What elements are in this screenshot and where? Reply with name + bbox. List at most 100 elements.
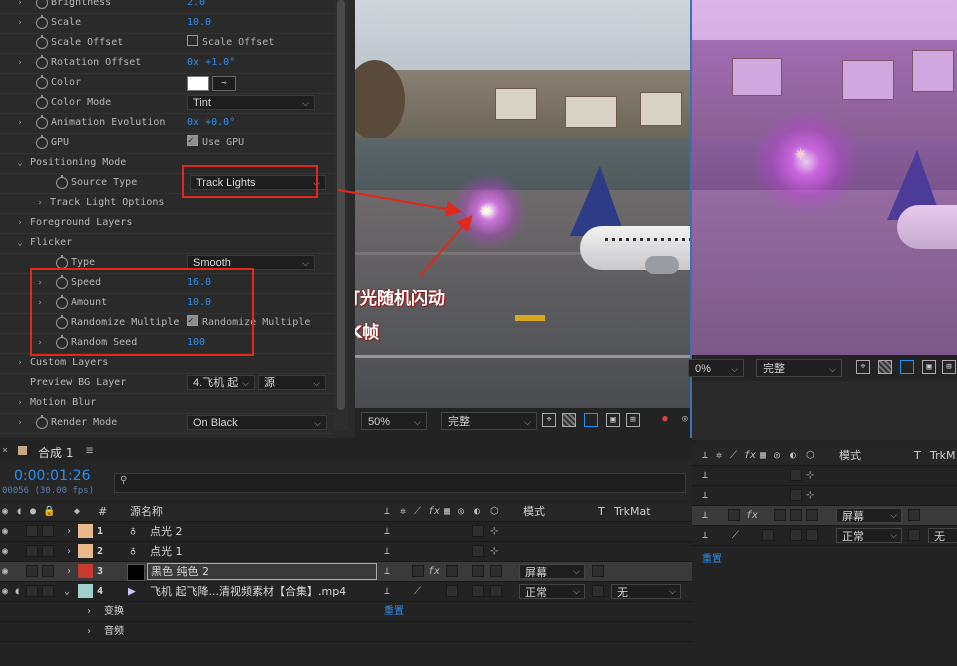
eye-icon[interactable]: ◉	[2, 502, 8, 521]
adjustment-layer-icon[interactable]: ◐	[790, 446, 796, 465]
reset-link[interactable]: 重置	[702, 550, 722, 565]
layer-switch[interactable]	[472, 565, 484, 577]
layer-switch[interactable]	[472, 545, 484, 557]
layer-switch[interactable]	[490, 585, 502, 597]
audio-icon[interactable]: ◖	[16, 502, 22, 521]
expand-arrow-icon[interactable]: ›	[66, 542, 72, 561]
reset-link[interactable]: 重置	[384, 602, 404, 621]
frame-blend-icon[interactable]: ▦	[444, 502, 450, 521]
3d-layer-icon[interactable]: ⬡	[806, 446, 815, 465]
quality-icon[interactable]: ⟋	[732, 526, 739, 545]
layer-switch[interactable]	[446, 565, 458, 577]
lock-toggle[interactable]	[42, 565, 54, 577]
mask-visibility-icon[interactable]	[900, 360, 914, 374]
preserve-transparency-toggle[interactable]	[592, 585, 604, 597]
blend-mode-dropdown[interactable]: 屏幕 ⌵	[836, 508, 902, 523]
label-color[interactable]	[78, 564, 93, 578]
composition-tab[interactable]: 合成 1	[38, 444, 73, 461]
quality-switch[interactable]	[728, 509, 740, 521]
shy-icon[interactable]: ⊥	[384, 502, 390, 521]
current-timecode[interactable]: 0:00:01:26	[14, 468, 91, 484]
label-color[interactable]	[78, 544, 93, 558]
layer-name[interactable]: 点光 2	[150, 522, 183, 541]
shy-icon[interactable]: ⊥	[384, 522, 390, 541]
solo-toggle[interactable]	[26, 565, 38, 577]
safe-margins-icon[interactable]: ▣	[606, 413, 620, 427]
transparency-grid-icon[interactable]	[562, 413, 576, 427]
sub-item-audio[interactable]: › 音频	[0, 622, 692, 642]
collapse-icon[interactable]: ✲	[716, 446, 722, 465]
layer-row[interactable]: ⊥ ⟋ 正常 ⌵ 无	[692, 526, 957, 546]
eye-icon[interactable]: ◉	[2, 582, 8, 601]
eye-icon[interactable]: ◉	[2, 522, 8, 541]
parent-icon[interactable]: ⊹	[806, 466, 814, 485]
expand-arrow-icon[interactable]: ›	[86, 602, 92, 621]
track-matte-dropdown[interactable]: 无 ⌵	[611, 584, 681, 599]
track-matte-dropdown[interactable]: 无	[928, 528, 957, 543]
quality-icon[interactable]: ⟋	[414, 582, 421, 601]
transparency-grid-icon[interactable]	[878, 360, 892, 374]
layer-switch[interactable]	[446, 585, 458, 597]
layer-switch[interactable]	[790, 469, 802, 481]
expand-arrow-icon[interactable]: ›	[66, 562, 72, 581]
preserve-transparency-toggle[interactable]	[908, 509, 920, 521]
layer-switch[interactable]	[790, 509, 802, 521]
lock-toggle[interactable]	[42, 525, 54, 537]
quality-icon[interactable]: ⟋	[730, 446, 737, 465]
composition-viewer-secondary[interactable]: ✷	[692, 0, 957, 355]
blend-mode-dropdown[interactable]: 屏幕 ⌵	[519, 564, 585, 579]
fx-icon[interactable]: fx	[746, 506, 758, 525]
search-input[interactable]: ⚲	[114, 473, 686, 493]
resolution-dropdown[interactable]: 完整 ⌵	[756, 359, 842, 377]
layer-switch[interactable]	[472, 525, 484, 537]
region-of-interest-icon[interactable]: ⌖	[542, 413, 556, 427]
color-channels-icon[interactable]: ●	[658, 413, 672, 427]
motion-blur-icon[interactable]: ◎	[774, 446, 780, 465]
adjustment-layer-icon[interactable]: ◐	[474, 502, 480, 521]
eye-icon[interactable]: ◉	[2, 542, 8, 561]
quality-icon[interactable]: ⟋	[414, 502, 421, 521]
layer-name[interactable]: 飞机 起飞降...清视频素材【合集】.mp4	[150, 582, 346, 601]
layer-row-selected[interactable]: ◉ › 3 黑色 纯色 2 ⊥ fx 屏幕 ⌵	[0, 562, 692, 582]
zoom-dropdown[interactable]: 0% ⌵	[688, 359, 744, 377]
lock-icon[interactable]: 🔒	[43, 502, 55, 521]
layer-name[interactable]: 点光 1	[150, 542, 183, 561]
fx-icon[interactable]: fx	[428, 562, 440, 581]
parent-icon[interactable]: ⊹	[806, 486, 814, 505]
layer-row[interactable]: ◉ › 2 ♁ 点光 1 ⊥ ⊹	[0, 542, 692, 562]
layer-name[interactable]: 黑色 纯色 2	[147, 563, 377, 580]
shy-icon[interactable]: ⊥	[702, 446, 708, 465]
shy-icon[interactable]: ⊥	[384, 562, 390, 581]
mask-visibility-icon[interactable]	[584, 413, 598, 427]
3d-layer-icon[interactable]: ⬡	[490, 502, 499, 521]
region-of-interest-icon[interactable]: ⌖	[856, 360, 870, 374]
lock-toggle[interactable]	[42, 545, 54, 557]
parent-icon[interactable]: ⊹	[490, 542, 498, 561]
sub-item-transform[interactable]: › 变换 重置	[0, 602, 692, 622]
layer-row[interactable]: ◉ › 1 ♁ 点光 2 ⊥ ⊹	[0, 522, 692, 542]
solo-toggle[interactable]	[26, 525, 38, 537]
eye-icon[interactable]: ◉	[2, 562, 8, 581]
fx-icon[interactable]: fx	[744, 446, 756, 465]
preserve-transparency-toggle[interactable]	[592, 565, 604, 577]
layer-row[interactable]: ⊥ ⊹	[692, 486, 957, 506]
resolution-dropdown[interactable]: 完整 ⌵	[441, 412, 537, 430]
motion-blur-icon[interactable]: ◎	[458, 502, 464, 521]
layer-switch[interactable]	[490, 565, 502, 577]
preserve-transparency-toggle[interactable]	[908, 529, 920, 541]
layer-row[interactable]: ◉ ◖ ⌄ 4 ▶ 飞机 起飞降...清视频素材【合集】.mp4 ⊥ ⟋ 正常 ⌵…	[0, 582, 692, 602]
frame-blend-icon[interactable]: ▦	[760, 446, 766, 465]
layer-switch[interactable]	[790, 529, 802, 541]
layer-switch[interactable]	[806, 509, 818, 521]
layer-switch[interactable]	[790, 489, 802, 501]
parent-icon[interactable]: ⊹	[490, 522, 498, 541]
layer-row[interactable]: ⊥ ⊹	[692, 466, 957, 486]
grid-icon[interactable]: ⊞	[942, 360, 956, 374]
layer-switch[interactable]	[472, 585, 484, 597]
close-tab-icon[interactable]: ×	[2, 445, 8, 456]
layer-switch[interactable]	[762, 529, 774, 541]
expand-arrow-icon[interactable]: ›	[66, 522, 72, 541]
blend-mode-dropdown[interactable]: 正常 ⌵	[519, 584, 585, 599]
quality-switch[interactable]	[412, 565, 424, 577]
shy-icon[interactable]: ⊥	[702, 526, 708, 545]
